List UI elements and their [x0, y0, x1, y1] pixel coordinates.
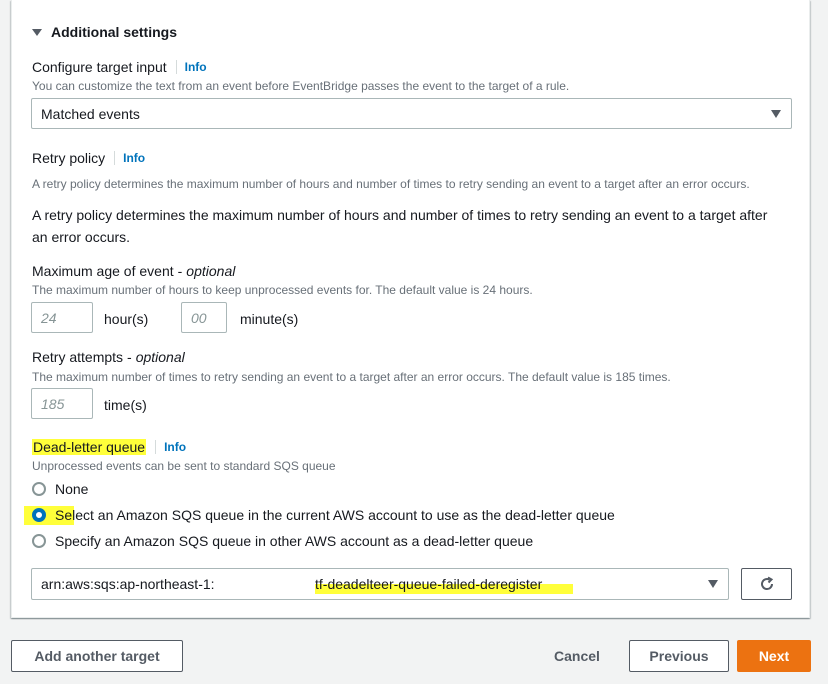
radio-checked-icon[interactable]	[32, 508, 46, 522]
divider	[114, 151, 116, 165]
retry-attempts-input[interactable]: 185	[31, 388, 93, 419]
target-input-selected-value: Matched events	[41, 105, 140, 122]
target-input-info-link[interactable]: Info	[185, 60, 207, 74]
cancel-button[interactable]: Cancel	[540, 640, 614, 672]
retry-attempts-label-row: Retry attempts - optional	[32, 349, 185, 365]
caret-down-icon	[32, 28, 42, 36]
additional-settings-expander[interactable]: Additional settings	[32, 24, 177, 40]
dlq-option-label: None	[55, 481, 89, 497]
add-another-target-button[interactable]: Add another target	[11, 640, 183, 672]
max-age-hours-input[interactable]: 24	[31, 302, 93, 333]
dlq-option-other-account[interactable]: Specify an Amazon SQS queue in other AWS…	[32, 533, 533, 549]
retry-attempts-optional: optional	[135, 349, 185, 365]
radio-unchecked-icon[interactable]	[32, 534, 46, 548]
minutes-unit-label: minute(s)	[240, 311, 299, 327]
dlq-option-label: Select an Amazon SQS queue in the curren…	[55, 507, 615, 523]
retry-policy-label: Retry policy	[32, 150, 106, 166]
hours-unit-label: hour(s)	[104, 311, 149, 327]
max-age-minutes-input[interactable]: 00	[181, 302, 227, 333]
refresh-icon	[760, 576, 773, 590]
dlq-option-current-account[interactable]: Select an Amazon SQS queue in the curren…	[24, 506, 615, 525]
retry-policy-label-row: Retry policy Info	[32, 150, 145, 166]
divider	[155, 440, 157, 454]
retry-policy-info-link[interactable]: Info	[123, 151, 145, 165]
refresh-button[interactable]	[741, 568, 792, 600]
max-age-label: Maximum age of event	[32, 263, 174, 279]
retry-attempts-description: The maximum number of times to retry sen…	[32, 370, 671, 384]
times-unit-label: time(s)	[104, 397, 147, 413]
dlq-queue-name: tf-deadelteer-queue-failed-deregister	[315, 576, 543, 592]
max-age-label-row: Maximum age of event - optional	[32, 263, 236, 279]
dlq-option-none[interactable]: None	[32, 481, 88, 497]
dlq-queue-prefix: arn:aws:sqs:ap-northeast-1:	[41, 576, 215, 592]
previous-button[interactable]: Previous	[629, 640, 729, 672]
divider	[175, 60, 177, 74]
additional-settings-panel: Additional settings Configure target inp…	[11, 0, 810, 618]
max-age-optional: optional	[186, 263, 236, 279]
dlq-option-label: Specify an Amazon SQS queue in other AWS…	[55, 533, 534, 549]
caret-down-icon	[708, 580, 718, 588]
dlq-label-row: Dead-letter queue Info	[32, 439, 186, 455]
dlq-info-link[interactable]: Info	[164, 440, 186, 454]
dlq-queue-name-wrap: tf-deadelteer-queue-failed-deregister	[315, 576, 573, 596]
section-title: Additional settings	[51, 24, 177, 40]
target-input-label-row: Configure target input Info	[32, 59, 207, 75]
retry-policy-description: A retry policy determines the maximum nu…	[32, 177, 750, 191]
radio-unchecked-icon[interactable]	[32, 482, 46, 496]
dlq-description: Unprocessed events can be sent to standa…	[32, 459, 336, 473]
caret-down-icon	[771, 109, 781, 118]
dlq-label: Dead-letter queue	[32, 439, 147, 455]
retry-attempts-label: Retry attempts	[32, 349, 124, 365]
target-input-label: Configure target input	[32, 59, 167, 75]
retry-policy-body: A retry policy determines the maximum nu…	[32, 207, 768, 245]
max-age-description: The maximum number of hours to keep unpr…	[32, 283, 533, 297]
target-input-select[interactable]: Matched events	[31, 98, 792, 129]
next-button[interactable]: Next	[737, 640, 811, 672]
target-input-description: You can customize the text from an event…	[32, 79, 570, 93]
